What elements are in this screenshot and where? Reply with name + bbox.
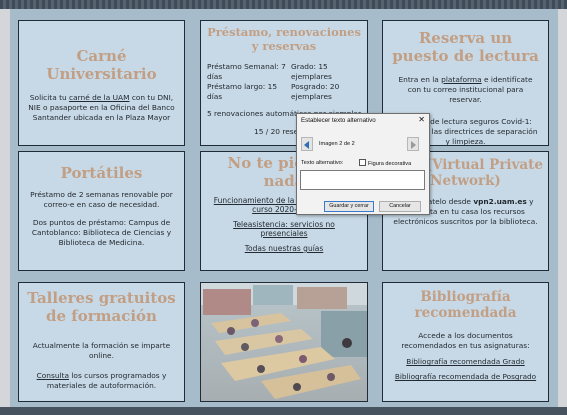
decorative-figure-checkbox[interactable]: Figura decorativa <box>359 159 411 167</box>
next-image-button[interactable] <box>407 137 419 151</box>
window-bottom-bar <box>0 407 567 415</box>
window-top-bar <box>0 0 567 9</box>
portatiles-title: Portátiles <box>60 164 143 182</box>
talleres-title: Talleres gratuitos de formación <box>27 289 176 325</box>
document-workspace: Carné Universitario Solicita tu carné de… <box>10 9 558 407</box>
previous-image-button[interactable] <box>301 137 313 151</box>
biblio-p1: Accede a los documentos recomendados en … <box>401 331 530 351</box>
card-portatiles: Portátiles Préstamo de 2 semanas renovab… <box>18 151 185 271</box>
close-icon[interactable]: ✕ <box>418 115 425 124</box>
link-todas-guias[interactable]: Todas nuestras guías <box>211 244 357 253</box>
image-counter: Imagen 2 de 2 <box>319 141 355 147</box>
alt-text-label: Texto alternativo: <box>301 160 344 166</box>
reserva-link[interactable]: plataforma <box>441 75 481 84</box>
reserva-text-pre: Entra en la <box>398 75 442 84</box>
link-teleasistencia[interactable]: Teleasistencia: servicios no presenciale… <box>211 220 357 238</box>
library-photo[interactable] <box>200 282 368 402</box>
carne-link[interactable]: carné de la UAM <box>69 93 129 102</box>
save-and-close-button[interactable]: Guardar y cerrar <box>324 201 374 212</box>
carne-text: Solicita tu carné de la UAM con tu DNI, … <box>25 93 178 123</box>
biblio-title: Bibliografía recomendada <box>414 289 517 322</box>
portatiles-p2: Dos puntos de préstamo: Campus de Cantob… <box>31 217 172 247</box>
link-biblio-posgrado[interactable]: Bibliografía recomendada de Posgrado <box>383 372 548 381</box>
vpn-url: vpn2.uam.es <box>473 197 527 207</box>
alt-text-dialog: Establecer texto alternativo ✕ Imagen 2 … <box>296 113 430 215</box>
arrow-left-icon <box>304 141 309 149</box>
card-bibliografia: Bibliografía recomendada Accede a los do… <box>382 282 549 402</box>
decorative-figure-label: Figura decorativa <box>368 161 412 167</box>
library-reading-room-image <box>201 283 367 401</box>
prestamo-grado: Grado: 15 ejemplares <box>291 61 332 81</box>
cancel-button[interactable]: Cancelar <box>379 201 421 212</box>
prestamo-semanal: Préstamo Semanal: 7 días <box>207 61 286 81</box>
reserva-text: Entra en la plataforma e identifícate co… <box>393 75 538 105</box>
talleres-text: Consulta los cursos programados y materi… <box>27 371 176 391</box>
carne-text-pre: Solicita tu <box>29 93 70 102</box>
dialog-title: Establecer texto alternativo <box>301 117 376 124</box>
carne-title: Carné Universitario <box>46 47 157 83</box>
checkbox-icon <box>359 159 366 166</box>
prestamo-posgrado: Posgrado: 20 ejemplares <box>291 81 340 101</box>
card-carne: Carné Universitario Solicita tu carné de… <box>18 20 185 146</box>
reserva-title: Reserva un puesto de lectura <box>392 29 539 65</box>
prestamo-grid: Préstamo Semanal: 7 días Préstamo largo:… <box>207 62 353 102</box>
talleres-link[interactable]: Consulta <box>37 371 69 380</box>
prestamo-title: Préstamo, renovaciones y reservas <box>207 25 361 53</box>
prestamo-largo: Préstamo largo: 15 días <box>207 81 278 101</box>
portatiles-p1: Préstamo de 2 semanas renovable por corr… <box>30 190 173 209</box>
alt-text-input[interactable] <box>300 170 425 190</box>
talleres-p1: Actualmente la formación se imparte onli… <box>32 341 171 360</box>
link-biblio-grado[interactable]: Bibliografía recomendada Grado <box>383 357 548 366</box>
arrow-right-icon <box>411 141 416 149</box>
card-talleres: Talleres gratuitos de formación Actualme… <box>18 282 185 402</box>
